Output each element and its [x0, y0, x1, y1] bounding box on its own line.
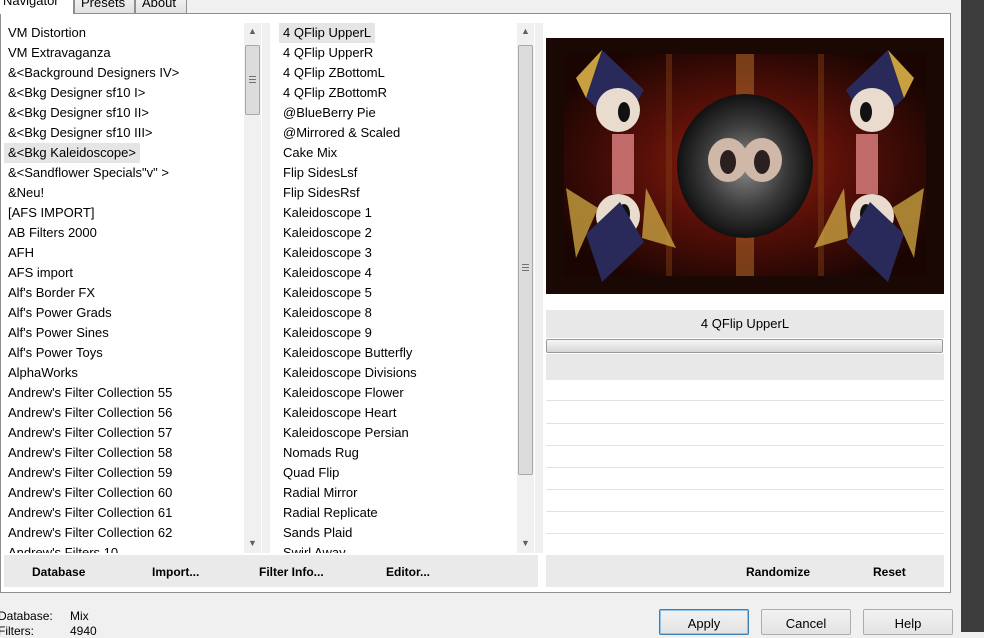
category-item[interactable]: &<Sandflower Specials"v" > — [4, 163, 173, 183]
database-value: Mix — [70, 609, 89, 623]
left-toolbar: Database Import... Filter Info... Editor… — [4, 555, 538, 587]
right-toolbar: Randomize Reset — [546, 555, 944, 587]
parameter-row — [546, 445, 944, 446]
list-separator — [535, 23, 543, 553]
filter-scrollbar[interactable]: ▲ ▼ — [517, 23, 534, 553]
category-item[interactable]: Andrew's Filter Collection 55 — [4, 383, 176, 403]
scroll-thumb[interactable] — [518, 45, 533, 475]
cancel-button[interactable]: Cancel — [761, 609, 851, 635]
parameter-row — [546, 511, 944, 512]
category-item[interactable]: AlphaWorks — [4, 363, 82, 383]
progress-slider[interactable] — [546, 339, 943, 353]
scroll-up-arrow-icon[interactable]: ▲ — [517, 23, 534, 40]
filters-label: Filters: — [0, 624, 34, 638]
randomize-button[interactable]: Randomize — [746, 555, 810, 589]
filter-item[interactable]: Kaleidoscope 3 — [279, 243, 376, 263]
parameter-row — [546, 467, 944, 468]
category-item[interactable]: Alf's Power Grads — [4, 303, 116, 323]
filter-item[interactable]: Kaleidoscope Flower — [279, 383, 408, 403]
category-list[interactable]: VM Distortion VM Extravaganza &<Backgroun… — [4, 23, 242, 553]
scroll-up-arrow-icon[interactable]: ▲ — [244, 23, 261, 40]
category-item[interactable]: Andrew's Filters 10 — [4, 543, 122, 553]
category-item[interactable]: AFS import — [4, 263, 77, 283]
filter-item[interactable]: Radial Mirror — [279, 483, 361, 503]
filter-item[interactable]: Kaleidoscope Divisions — [279, 363, 421, 383]
filter-item[interactable]: Swirl Away — [279, 543, 350, 553]
category-scrollbar[interactable]: ▲ ▼ — [244, 23, 261, 553]
filter-item[interactable]: Flip SidesRsf — [279, 183, 364, 203]
database-button[interactable]: Database — [32, 555, 85, 589]
filter-item[interactable]: Kaleidoscope 9 — [279, 323, 376, 343]
category-item[interactable]: Alf's Power Toys — [4, 343, 107, 363]
category-item[interactable]: &<Bkg Kaleidoscope> — [4, 143, 140, 163]
tab-navigator[interactable]: Navigator — [0, 0, 74, 14]
category-item[interactable]: AFH — [4, 243, 38, 263]
filter-item[interactable]: Kaleidoscope 1 — [279, 203, 376, 223]
category-item[interactable]: &Neu! — [4, 183, 48, 203]
category-item[interactable]: &<Background Designers IV> — [4, 63, 183, 83]
filter-item[interactable]: 4 QFlip UpperL — [279, 23, 376, 43]
filter-item[interactable]: Flip SidesLsf — [279, 163, 361, 183]
category-item[interactable]: Andrew's Filter Collection 62 — [4, 523, 176, 543]
scroll-down-arrow-icon[interactable]: ▼ — [244, 535, 261, 552]
filter-item[interactable]: Kaleidoscope 2 — [279, 223, 376, 243]
filter-info-button[interactable]: Filter Info... — [259, 555, 324, 589]
filter-item[interactable]: Kaleidoscope 8 — [279, 303, 376, 323]
filter-item[interactable]: Kaleidoscope Heart — [279, 403, 400, 423]
category-item[interactable]: Andrew's Filter Collection 58 — [4, 443, 176, 463]
help-button[interactable]: Help — [863, 609, 953, 635]
filter-item[interactable]: Quad Flip — [279, 463, 343, 483]
filter-item[interactable]: 4 QFlip ZBottomR — [279, 83, 391, 103]
category-item[interactable]: Alf's Border FX — [4, 283, 99, 303]
parameter-row — [546, 533, 944, 534]
filter-item[interactable]: 4 QFlip UpperR — [279, 43, 377, 63]
category-item[interactable]: &<Bkg Designer sf10 II> — [4, 103, 153, 123]
import-button[interactable]: Import... — [152, 555, 199, 589]
category-item[interactable]: Andrew's Filter Collection 56 — [4, 403, 176, 423]
tab-bar: Navigator Presets About — [0, 0, 984, 14]
scroll-down-arrow-icon[interactable]: ▼ — [517, 535, 534, 552]
window-border — [951, 0, 961, 632]
filter-item[interactable]: @BlueBerry Pie — [279, 103, 380, 123]
tab-presets[interactable]: Presets — [74, 0, 135, 13]
category-item[interactable]: AB Filters 2000 — [4, 223, 101, 243]
parameter-row — [546, 489, 944, 490]
category-item[interactable]: VM Distortion — [4, 23, 90, 43]
filter-item[interactable]: Cake Mix — [279, 143, 341, 163]
parameter-row — [546, 423, 944, 424]
parameter-row — [546, 400, 944, 401]
category-item[interactable]: Andrew's Filter Collection 57 — [4, 423, 176, 443]
filter-item[interactable]: Kaleidoscope 4 — [279, 263, 376, 283]
filter-item[interactable]: Kaleidoscope 5 — [279, 283, 376, 303]
filter-preview-image — [546, 38, 944, 294]
category-item[interactable]: [AFS IMPORT] — [4, 203, 98, 223]
scroll-thumb[interactable] — [245, 45, 260, 115]
category-item[interactable]: Alf's Power Sines — [4, 323, 113, 343]
tab-about[interactable]: About — [135, 0, 187, 13]
category-item[interactable]: &<Bkg Designer sf10 I> — [4, 83, 149, 103]
filter-item[interactable]: Nomads Rug — [279, 443, 363, 463]
editor-button[interactable]: Editor... — [386, 555, 430, 589]
database-label: Database: — [0, 609, 53, 623]
list-separator — [262, 23, 270, 553]
selected-filter-name: 4 QFlip UpperL — [546, 310, 944, 338]
category-item[interactable]: Andrew's Filter Collection 59 — [4, 463, 176, 483]
filter-list[interactable]: 4 QFlip UpperL 4 QFlip UpperR 4 QFlip ZBot… — [279, 23, 515, 553]
filter-item[interactable]: Kaleidoscope Persian — [279, 423, 413, 443]
reset-button[interactable]: Reset — [873, 555, 906, 589]
apply-button[interactable]: Apply — [659, 609, 749, 635]
category-item[interactable]: Andrew's Filter Collection 60 — [4, 483, 176, 503]
category-item[interactable]: Andrew's Filter Collection 61 — [4, 503, 176, 523]
category-item[interactable]: VM Extravaganza — [4, 43, 115, 63]
filter-item[interactable]: Radial Replicate — [279, 503, 382, 523]
filter-item[interactable]: Sands Plaid — [279, 523, 356, 543]
filter-item[interactable]: @Mirrored & Scaled — [279, 123, 404, 143]
background-edge — [961, 0, 984, 632]
category-item[interactable]: &<Bkg Designer sf10 III> — [4, 123, 157, 143]
filter-item[interactable]: 4 QFlip ZBottomL — [279, 63, 389, 83]
filters-count: 4940 — [70, 624, 97, 638]
filter-item[interactable]: Kaleidoscope Butterfly — [279, 343, 416, 363]
slider-panel — [546, 354, 944, 380]
